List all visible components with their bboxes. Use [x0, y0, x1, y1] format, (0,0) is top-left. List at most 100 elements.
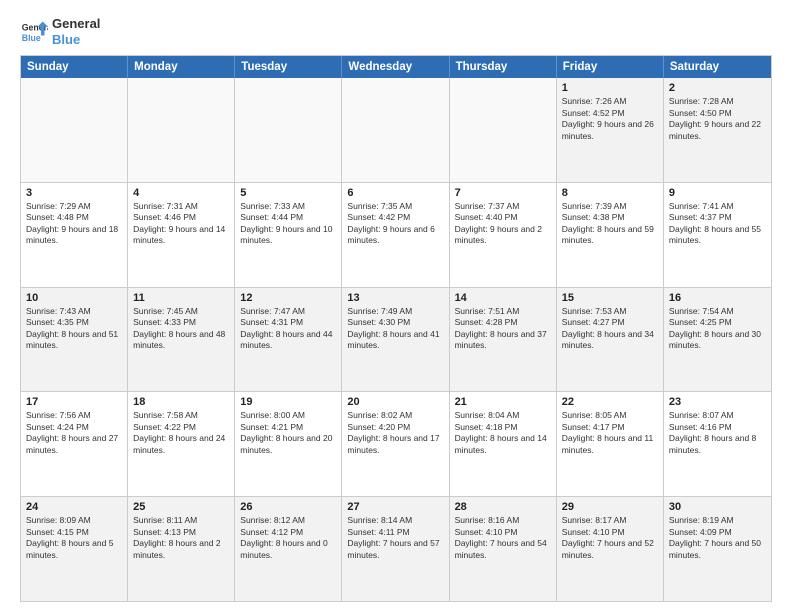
day-number: 14 [455, 292, 551, 304]
calendar-cell [235, 78, 342, 182]
cell-info: Sunrise: 7:29 AM Sunset: 4:48 PM Dayligh… [26, 201, 122, 247]
calendar-body: 1Sunrise: 7:26 AM Sunset: 4:52 PM Daylig… [21, 78, 771, 601]
day-number: 19 [240, 396, 336, 408]
cell-info: Sunrise: 7:31 AM Sunset: 4:46 PM Dayligh… [133, 201, 229, 247]
cell-info: Sunrise: 8:07 AM Sunset: 4:16 PM Dayligh… [669, 410, 766, 456]
cell-info: Sunrise: 7:51 AM Sunset: 4:28 PM Dayligh… [455, 306, 551, 352]
day-number: 13 [347, 292, 443, 304]
logo: General Blue General Blue [20, 16, 100, 47]
calendar-cell: 9 Sunrise: 7:41 AM Sunset: 4:37 PM Daylig… [664, 183, 771, 287]
day-number: 27 [347, 501, 443, 513]
calendar-header-cell: Sunday [21, 56, 128, 78]
calendar-cell: 22 Sunrise: 8:05 AM Sunset: 4:17 PM Dayli… [557, 392, 664, 496]
cell-info: Sunrise: 7:49 AM Sunset: 4:30 PM Dayligh… [347, 306, 443, 352]
calendar-week-row: 24 Sunrise: 8:09 AM Sunset: 4:15 PM Dayli… [21, 496, 771, 601]
day-number: 1 [562, 82, 658, 94]
calendar-header-cell: Saturday [664, 56, 771, 78]
calendar-header-row: SundayMondayTuesdayWednesdayThursdayFrid… [21, 56, 771, 78]
calendar-week-row: 1Sunrise: 7:26 AM Sunset: 4:52 PM Daylig… [21, 78, 771, 182]
calendar-header-cell: Tuesday [235, 56, 342, 78]
calendar-cell: 7Sunrise: 7:37 AM Sunset: 4:40 PM Daylig… [450, 183, 557, 287]
calendar-cell: 10 Sunrise: 7:43 AM Sunset: 4:35 PM Dayli… [21, 288, 128, 392]
day-number: 8 [562, 187, 658, 199]
calendar-cell: 1Sunrise: 7:26 AM Sunset: 4:52 PM Daylig… [557, 78, 664, 182]
cell-info: Sunrise: 7:58 AM Sunset: 4:22 PM Dayligh… [133, 410, 229, 456]
calendar-cell: 8 Sunrise: 7:39 AM Sunset: 4:38 PM Daylig… [557, 183, 664, 287]
day-number: 18 [133, 396, 229, 408]
day-number: 28 [455, 501, 551, 513]
calendar-cell: 17 Sunrise: 7:56 AM Sunset: 4:24 PM Dayli… [21, 392, 128, 496]
calendar-cell [342, 78, 449, 182]
day-number: 2 [669, 82, 766, 94]
day-number: 24 [26, 501, 122, 513]
svg-text:Blue: Blue [22, 32, 41, 42]
calendar-cell: 11 Sunrise: 7:45 AM Sunset: 4:33 PM Dayli… [128, 288, 235, 392]
calendar-cell: 19 Sunrise: 8:00 AM Sunset: 4:21 PM Dayli… [235, 392, 342, 496]
day-number: 16 [669, 292, 766, 304]
calendar-cell: 15 Sunrise: 7:53 AM Sunset: 4:27 PM Dayli… [557, 288, 664, 392]
cell-info: Sunrise: 8:09 AM Sunset: 4:15 PM Dayligh… [26, 515, 122, 561]
calendar-cell [128, 78, 235, 182]
day-number: 4 [133, 187, 229, 199]
cell-info: Sunrise: 8:14 AM Sunset: 4:11 PM Dayligh… [347, 515, 443, 561]
cell-info: Sunrise: 8:05 AM Sunset: 4:17 PM Dayligh… [562, 410, 658, 456]
day-number: 6 [347, 187, 443, 199]
day-number: 7 [455, 187, 551, 199]
cell-info: Sunrise: 8:16 AM Sunset: 4:10 PM Dayligh… [455, 515, 551, 561]
calendar-header-cell: Thursday [450, 56, 557, 78]
calendar-week-row: 3Sunrise: 7:29 AM Sunset: 4:48 PM Daylig… [21, 182, 771, 287]
cell-info: Sunrise: 7:41 AM Sunset: 4:37 PM Dayligh… [669, 201, 766, 247]
cell-info: Sunrise: 7:56 AM Sunset: 4:24 PM Dayligh… [26, 410, 122, 456]
calendar-header-cell: Monday [128, 56, 235, 78]
day-number: 9 [669, 187, 766, 199]
day-number: 11 [133, 292, 229, 304]
day-number: 29 [562, 501, 658, 513]
cell-info: Sunrise: 8:02 AM Sunset: 4:20 PM Dayligh… [347, 410, 443, 456]
calendar-week-row: 10 Sunrise: 7:43 AM Sunset: 4:35 PM Dayli… [21, 287, 771, 392]
calendar-cell: 30Sunrise: 8:19 AM Sunset: 4:09 PM Dayli… [664, 497, 771, 601]
day-number: 26 [240, 501, 336, 513]
calendar-cell: 21 Sunrise: 8:04 AM Sunset: 4:18 PM Dayli… [450, 392, 557, 496]
cell-info: Sunrise: 7:39 AM Sunset: 4:38 PM Dayligh… [562, 201, 658, 247]
cell-info: Sunrise: 8:19 AM Sunset: 4:09 PM Dayligh… [669, 515, 766, 561]
calendar-cell: 3Sunrise: 7:29 AM Sunset: 4:48 PM Daylig… [21, 183, 128, 287]
calendar-week-row: 17 Sunrise: 7:56 AM Sunset: 4:24 PM Dayli… [21, 391, 771, 496]
calendar-cell: 12 Sunrise: 7:47 AM Sunset: 4:31 PM Dayli… [235, 288, 342, 392]
calendar-cell: 24 Sunrise: 8:09 AM Sunset: 4:15 PM Dayli… [21, 497, 128, 601]
calendar-cell: 25 Sunrise: 8:11 AM Sunset: 4:13 PM Dayli… [128, 497, 235, 601]
cell-info: Sunrise: 8:04 AM Sunset: 4:18 PM Dayligh… [455, 410, 551, 456]
calendar-cell: 26 Sunrise: 8:12 AM Sunset: 4:12 PM Dayli… [235, 497, 342, 601]
calendar-cell: 2 Sunrise: 7:28 AM Sunset: 4:50 PM Daylig… [664, 78, 771, 182]
day-number: 21 [455, 396, 551, 408]
calendar-cell: 16Sunrise: 7:54 AM Sunset: 4:25 PM Dayli… [664, 288, 771, 392]
calendar-cell: 4 Sunrise: 7:31 AM Sunset: 4:46 PM Daylig… [128, 183, 235, 287]
calendar: SundayMondayTuesdayWednesdayThursdayFrid… [20, 55, 772, 602]
day-number: 20 [347, 396, 443, 408]
cell-info: Sunrise: 7:43 AM Sunset: 4:35 PM Dayligh… [26, 306, 122, 352]
calendar-cell [21, 78, 128, 182]
cell-info: Sunrise: 8:00 AM Sunset: 4:21 PM Dayligh… [240, 410, 336, 456]
calendar-cell: 23 Sunrise: 8:07 AM Sunset: 4:16 PM Dayli… [664, 392, 771, 496]
day-number: 25 [133, 501, 229, 513]
day-number: 23 [669, 396, 766, 408]
cell-info: Sunrise: 7:45 AM Sunset: 4:33 PM Dayligh… [133, 306, 229, 352]
calendar-header-cell: Wednesday [342, 56, 449, 78]
calendar-cell: 20 Sunrise: 8:02 AM Sunset: 4:20 PM Dayli… [342, 392, 449, 496]
cell-info: Sunrise: 8:11 AM Sunset: 4:13 PM Dayligh… [133, 515, 229, 561]
day-number: 12 [240, 292, 336, 304]
day-number: 10 [26, 292, 122, 304]
cell-info: Sunrise: 8:12 AM Sunset: 4:12 PM Dayligh… [240, 515, 336, 561]
calendar-cell: 13 Sunrise: 7:49 AM Sunset: 4:30 PM Dayli… [342, 288, 449, 392]
calendar-cell [450, 78, 557, 182]
day-number: 22 [562, 396, 658, 408]
day-number: 17 [26, 396, 122, 408]
calendar-header-cell: Friday [557, 56, 664, 78]
cell-info: Sunrise: 8:17 AM Sunset: 4:10 PM Dayligh… [562, 515, 658, 561]
day-number: 5 [240, 187, 336, 199]
day-number: 15 [562, 292, 658, 304]
header: General Blue General Blue [20, 16, 772, 47]
cell-info: Sunrise: 7:35 AM Sunset: 4:42 PM Dayligh… [347, 201, 443, 247]
cell-info: Sunrise: 7:53 AM Sunset: 4:27 PM Dayligh… [562, 306, 658, 352]
cell-info: Sunrise: 7:47 AM Sunset: 4:31 PM Dayligh… [240, 306, 336, 352]
cell-info: Sunrise: 7:28 AM Sunset: 4:50 PM Dayligh… [669, 96, 766, 142]
